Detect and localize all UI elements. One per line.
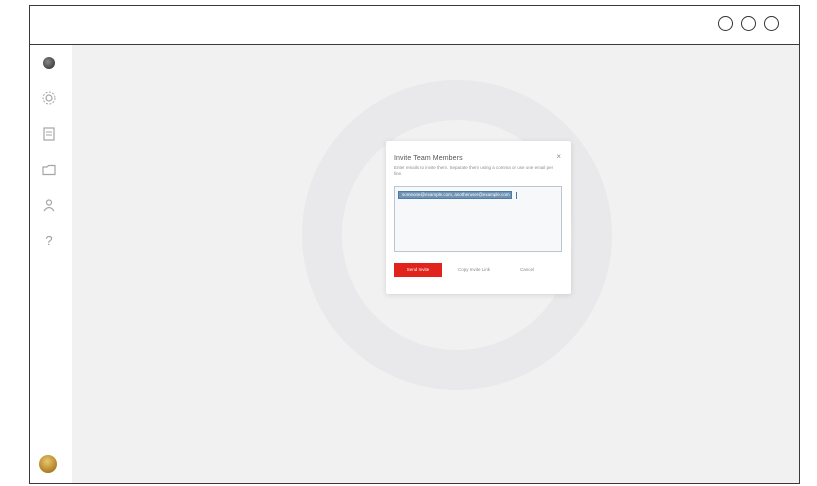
send-invite-button[interactable]: Send Invite <box>394 263 442 277</box>
app-logo-icon[interactable] <box>41 55 57 71</box>
help-icon[interactable]: ? <box>41 232 57 248</box>
copy-link-button[interactable]: Copy Invite Link <box>452 263 496 277</box>
text-caret <box>516 192 517 199</box>
avatar[interactable] <box>39 455 57 473</box>
main-content: Invite Team Members × Enter emails to in… <box>72 45 799 483</box>
title-bar <box>30 6 799 45</box>
dialog-title: Invite Team Members <box>394 155 463 162</box>
app-window: ? Invite Team Members × Enter emails to … <box>29 5 800 484</box>
sidebar: ? <box>30 45 73 483</box>
user-icon[interactable] <box>41 197 57 213</box>
window-control-circle-icon[interactable] <box>718 16 733 31</box>
folder-icon[interactable] <box>41 162 57 178</box>
document-icon[interactable] <box>41 126 57 142</box>
close-icon[interactable]: × <box>556 152 561 161</box>
settings-icon[interactable] <box>41 90 57 106</box>
email-input[interactable]: someone@example.com, anotheruser@example… <box>394 186 562 252</box>
window-control-circle-icon[interactable] <box>764 16 779 31</box>
app-area: ? Invite Team Members × Enter emails to … <box>30 45 799 483</box>
window-control-circle-icon[interactable] <box>741 16 756 31</box>
invite-dialog: Invite Team Members × Enter emails to in… <box>386 141 571 294</box>
dialog-description: Enter emails to invite them. Separate th… <box>394 165 554 176</box>
selected-email-text[interactable]: someone@example.com, anotheruser@example… <box>398 191 512 199</box>
window-controls <box>718 16 779 31</box>
cancel-button[interactable]: Cancel <box>510 263 544 277</box>
